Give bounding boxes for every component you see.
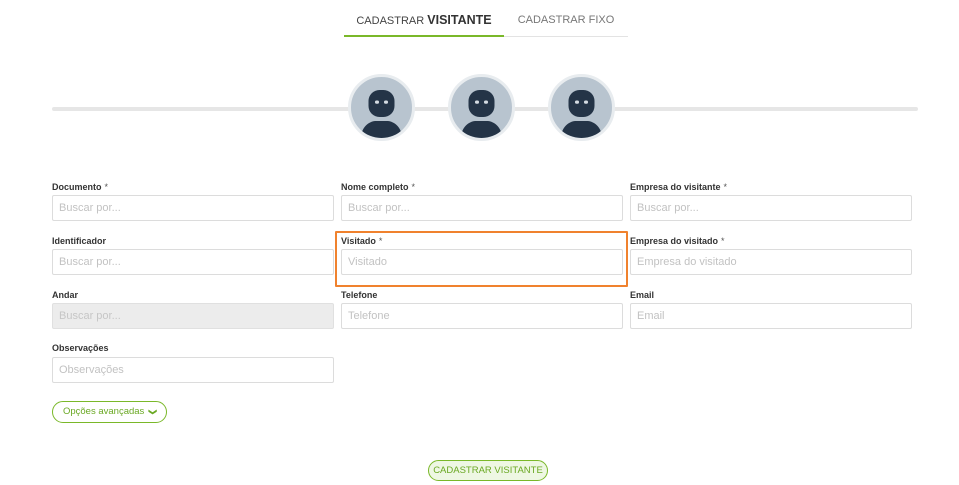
tab-visitante-strong: VISITANTE bbox=[427, 13, 492, 27]
empresa-visitado-input[interactable] bbox=[630, 249, 912, 275]
tab-visitante-prefix: CADASTRAR bbox=[356, 15, 425, 27]
andar-input bbox=[52, 303, 334, 329]
andar-label: Andar bbox=[52, 290, 79, 300]
advanced-options-label: Opções avançadas bbox=[62, 406, 145, 417]
identificador-input[interactable] bbox=[52, 249, 334, 275]
photo-slot-1[interactable] bbox=[348, 74, 415, 141]
nome-completo-input[interactable] bbox=[341, 195, 623, 221]
email-label: Email bbox=[630, 290, 655, 300]
nome-completo-label: Nome completo * bbox=[341, 182, 416, 192]
telefone-input[interactable] bbox=[341, 303, 623, 329]
chevron-down-icon: ❯ bbox=[148, 408, 158, 416]
advanced-options-button[interactable]: Opções avançadas ❯ bbox=[52, 401, 167, 423]
documento-label: Documento * bbox=[52, 182, 109, 192]
empresa-visitado-label: Empresa do visitado * bbox=[630, 236, 725, 246]
photo-slot-3[interactable] bbox=[548, 74, 615, 141]
empresa-visitante-input[interactable] bbox=[630, 195, 912, 221]
observacoes-label: Observações bbox=[52, 343, 109, 353]
user-avatar-icon bbox=[461, 90, 502, 138]
user-avatar-icon bbox=[361, 90, 402, 138]
visitado-input[interactable] bbox=[341, 249, 623, 275]
tab-cadastrar-fixo[interactable]: CADASTRAR FIXO bbox=[504, 0, 628, 37]
empresa-visitante-label: Empresa do visitante * bbox=[630, 182, 728, 192]
observacoes-input[interactable] bbox=[52, 357, 334, 383]
visitado-label: Visitado * bbox=[341, 236, 383, 246]
telefone-label: Telefone bbox=[341, 290, 378, 300]
photo-slot-2[interactable] bbox=[448, 74, 515, 141]
tab-bar: CADASTRAR VISITANTE CADASTRAR FIXO bbox=[344, 0, 628, 37]
identificador-label: Identificador bbox=[52, 236, 107, 246]
documento-input[interactable] bbox=[52, 195, 334, 221]
cadastrar-visitante-button[interactable]: CADASTRAR VISITANTE bbox=[428, 460, 548, 481]
email-input[interactable] bbox=[630, 303, 912, 329]
tab-cadastrar-visitante[interactable]: CADASTRAR VISITANTE bbox=[344, 0, 504, 37]
user-avatar-icon bbox=[561, 90, 602, 138]
